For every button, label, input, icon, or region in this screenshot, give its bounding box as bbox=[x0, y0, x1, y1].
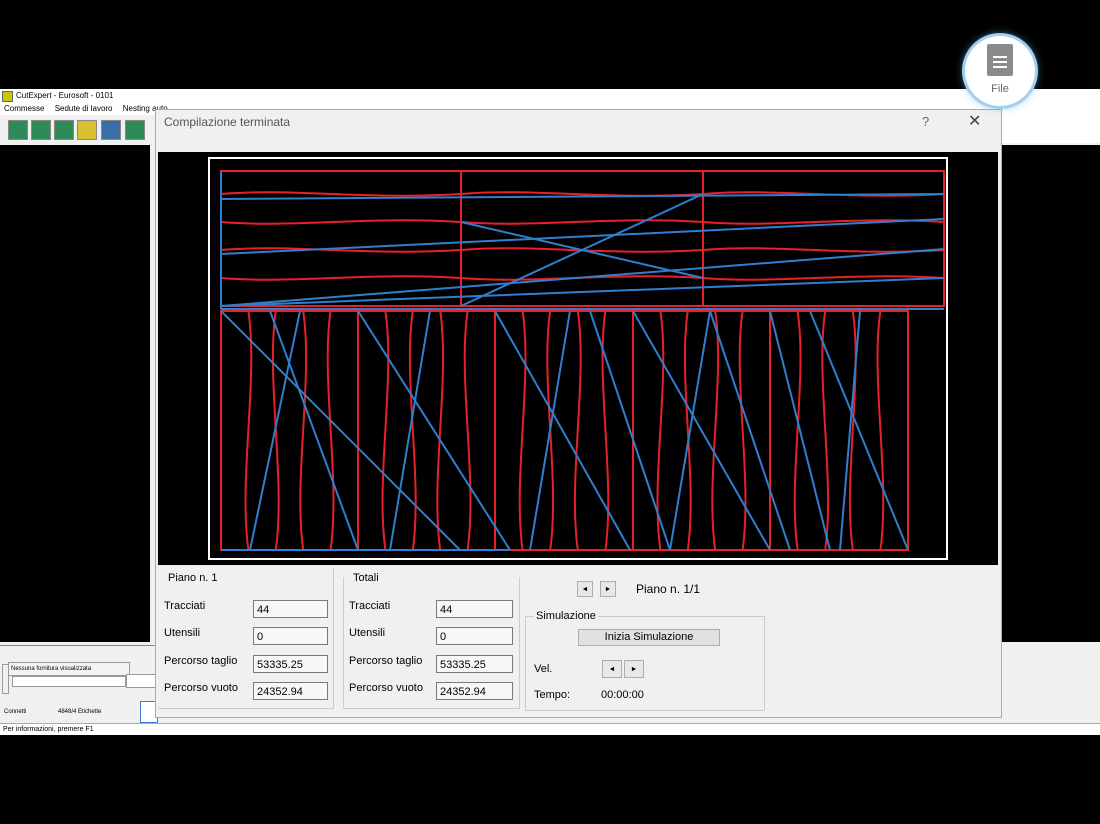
speed-down-button[interactable]: ◄ bbox=[602, 660, 622, 678]
speed-up-button[interactable]: ► bbox=[624, 660, 644, 678]
status-panel: Nessuna fornitura visualizzata Connetti … bbox=[0, 645, 160, 724]
totali-heading: Totali bbox=[353, 572, 379, 584]
fornitura-field: Nessuna fornitura visualizzata bbox=[8, 662, 130, 676]
totali-utensili-field: 0 bbox=[436, 627, 513, 645]
horizontal-cut bbox=[220, 219, 462, 225]
piano-heading: Piano n. 1 bbox=[168, 572, 218, 584]
totali-vuoto-label: Percorso vuoto bbox=[349, 682, 423, 694]
app-workspace-right bbox=[1002, 145, 1100, 642]
totali-taglio-label: Percorso taglio bbox=[349, 655, 423, 667]
progress-bar bbox=[12, 676, 126, 687]
piano-counter: Piano n. 1/1 bbox=[636, 582, 701, 596]
totali-tracciati-field: 44 bbox=[436, 600, 513, 618]
app-icon bbox=[2, 91, 13, 102]
top-panel-outline bbox=[220, 170, 462, 307]
travel-move bbox=[589, 310, 671, 551]
travel-move bbox=[357, 310, 511, 551]
small-field[interactable] bbox=[126, 674, 158, 688]
toolbar-warning-icon[interactable] bbox=[77, 120, 97, 140]
status-bar: Per informazioni, premere F1 bbox=[0, 723, 1100, 735]
horizontal-cut bbox=[460, 219, 704, 225]
bottom-panel-outline bbox=[357, 310, 496, 551]
vertical-cut bbox=[738, 310, 747, 551]
totali-taglio-field: 53335.25 bbox=[436, 655, 513, 673]
status-labels: 4848/4 Etichette bbox=[58, 709, 102, 715]
piano-utensili-label: Utensili bbox=[164, 627, 201, 639]
vertical-cut bbox=[463, 310, 472, 551]
menu-sedute[interactable]: Sedute di lavoro bbox=[55, 104, 113, 113]
vertical-cut bbox=[244, 310, 253, 551]
piano-taglio-field: 53335.25 bbox=[253, 655, 328, 673]
travel-paths bbox=[220, 171, 945, 551]
toolbar-book-icon[interactable] bbox=[8, 120, 28, 140]
app-title-bar: CutExpert - Eurosoft - 0101 bbox=[0, 89, 1100, 103]
piano-tracciati-label: Tracciati bbox=[164, 600, 206, 612]
piano-vuoto-field: 24352.94 bbox=[253, 682, 328, 700]
totali-group: Totali Tracciati 44 Utensili 0 Percorso … bbox=[343, 572, 520, 709]
vertical-cut bbox=[573, 310, 582, 551]
piano-vuoto-label: Percorso vuoto bbox=[164, 682, 238, 694]
status-text: Per informazioni, premere F1 bbox=[3, 726, 94, 733]
vertical-cut bbox=[381, 310, 390, 551]
side-handle[interactable] bbox=[2, 664, 9, 694]
simulazione-group: Simulazione Inizia Simulazione Vel. ◄ ► … bbox=[525, 610, 765, 711]
close-button[interactable]: ✕ bbox=[968, 111, 981, 131]
vertical-cut bbox=[711, 310, 720, 551]
piano-taglio-label: Percorso taglio bbox=[164, 655, 238, 667]
totali-vuoto-field: 24352.94 bbox=[436, 682, 513, 700]
vertical-cut bbox=[299, 310, 308, 551]
bottom-panel-outline bbox=[220, 310, 359, 551]
toolbar-export-icon[interactable] bbox=[31, 120, 51, 140]
nesting-preview bbox=[158, 152, 998, 565]
vertical-cut bbox=[601, 310, 610, 551]
travel-move bbox=[494, 310, 631, 551]
compilation-dialog: Compilazione terminata ? ✕ Piano n. 1 Tr… bbox=[155, 109, 1002, 718]
help-button[interactable]: ? bbox=[922, 114, 929, 129]
simulazione-heading: Simulazione bbox=[534, 610, 598, 622]
tempo-value: 00:00:00 bbox=[601, 689, 644, 701]
travel-move bbox=[220, 277, 945, 307]
prev-piano-button[interactable]: ◄ bbox=[577, 581, 593, 597]
vertical-cut bbox=[518, 310, 527, 551]
document-icon bbox=[987, 44, 1013, 76]
vertical-cut bbox=[436, 310, 445, 551]
piano-tracciati-field: 44 bbox=[253, 600, 328, 618]
app-workspace-left bbox=[0, 145, 150, 642]
totali-tracciati-label: Tracciati bbox=[349, 600, 391, 612]
travel-move bbox=[529, 310, 571, 551]
vertical-cut bbox=[876, 310, 885, 551]
bottom-panel-outline bbox=[769, 310, 909, 551]
toolbar-machine-icon[interactable] bbox=[125, 120, 145, 140]
next-piano-button[interactable]: ► bbox=[600, 581, 616, 597]
horizontal-cut bbox=[220, 275, 462, 281]
file-badge-label: File bbox=[991, 83, 1009, 95]
horizontal-cut bbox=[220, 191, 462, 197]
toolbar-print-icon[interactable] bbox=[101, 120, 121, 140]
vertical-cut bbox=[326, 310, 335, 551]
totali-utensili-label: Utensili bbox=[349, 627, 386, 639]
travel-move bbox=[269, 310, 359, 551]
toolbar bbox=[0, 116, 160, 142]
top-panel-outline bbox=[460, 170, 704, 307]
speed-label: Vel. bbox=[534, 663, 553, 675]
file-badge[interactable]: File bbox=[965, 36, 1035, 106]
piano-utensili-field: 0 bbox=[253, 627, 328, 645]
dialog-title: Compilazione terminata bbox=[164, 115, 291, 129]
piano-group: Piano n. 1 Tracciati 44 Utensili 0 Perco… bbox=[158, 568, 334, 709]
menu-commesse[interactable]: Commesse bbox=[4, 104, 44, 113]
app-title: CutExpert - Eurosoft - 0101 bbox=[16, 91, 114, 100]
toolbar-import-icon[interactable] bbox=[54, 120, 74, 140]
cut-paths bbox=[220, 170, 945, 551]
toolbar-right-area bbox=[1000, 115, 1100, 143]
status-connect: Connetti bbox=[4, 709, 27, 715]
tempo-label: Tempo: bbox=[534, 689, 571, 701]
nesting-canvas bbox=[210, 159, 946, 558]
start-simulation-button[interactable]: Inizia Simulazione bbox=[578, 629, 720, 646]
